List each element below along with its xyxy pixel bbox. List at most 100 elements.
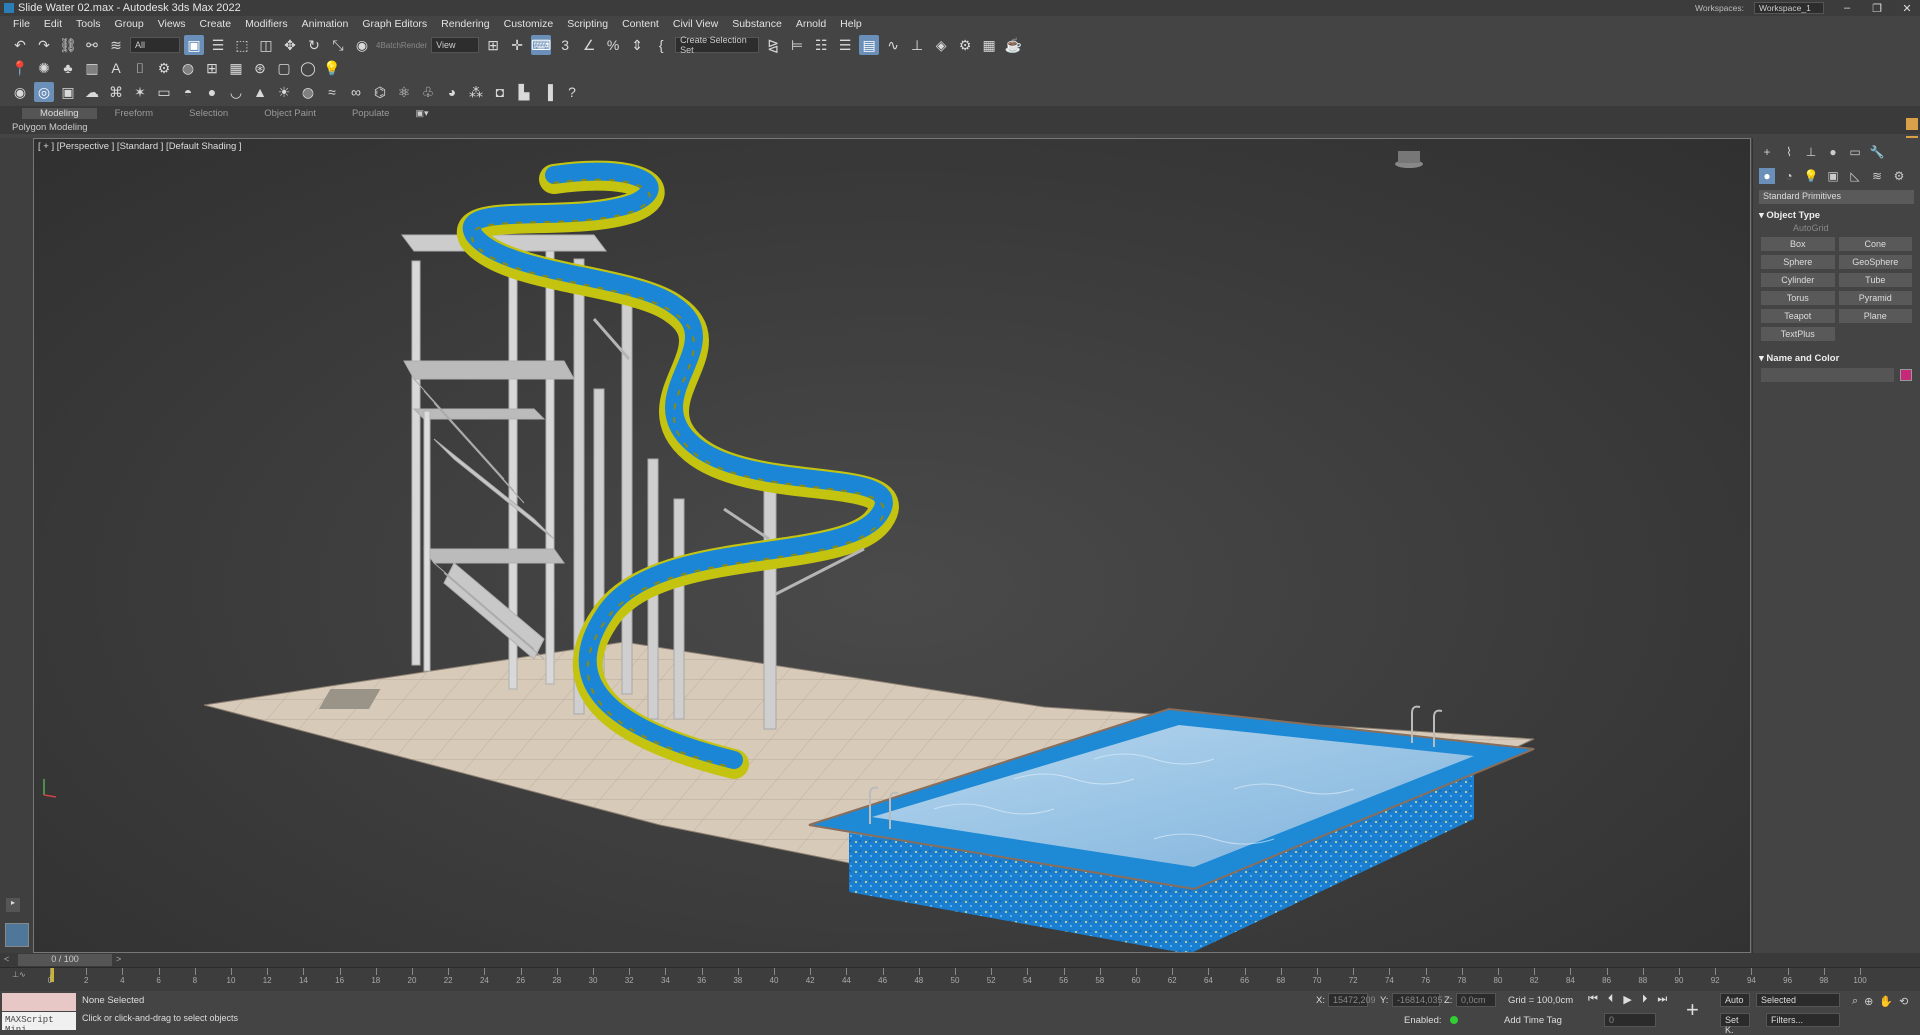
slider-next-icon[interactable]: >: [116, 954, 121, 964]
rect-selection-icon[interactable]: ⬚: [232, 35, 252, 55]
square-icon[interactable]: ▢: [274, 58, 294, 78]
go-end-icon[interactable]: ⏭: [1657, 993, 1667, 1006]
book2-icon[interactable]: ▐: [538, 82, 558, 102]
menu-create[interactable]: Create: [193, 18, 239, 30]
bulb-icon[interactable]: 💡: [322, 58, 342, 78]
render-view-icon[interactable]: ◎: [34, 82, 54, 102]
redo-icon[interactable]: ↷: [34, 35, 54, 55]
workspace-dropdown[interactable]: Workspace_1: [1754, 2, 1824, 14]
render-icon[interactable]: ☕: [1003, 35, 1023, 55]
menu-tools[interactable]: Tools: [69, 18, 108, 30]
hierarchy-tab-icon[interactable]: ⊥: [1803, 144, 1819, 160]
y-coord-field[interactable]: -16814,035: [1392, 993, 1443, 1007]
render-setup-icon[interactable]: ⚙: [955, 35, 975, 55]
plant-icon[interactable]: ♧: [418, 82, 438, 102]
timeline[interactable]: ⊥∿ 0 2 4 6 8 10 12 14 16 18 20 22 24 26 28 30 32 34 36 38 40…: [0, 967, 1920, 991]
named-selection-dropdown[interactable]: Create Selection Set: [675, 35, 760, 55]
camera-icon[interactable]: ⌘: [106, 82, 126, 102]
plane-icon[interactable]: ▭: [154, 82, 174, 102]
menu-edit[interactable]: Edit: [37, 18, 69, 30]
frame-icon[interactable]: ⊞: [202, 58, 222, 78]
align-icon[interactable]: ⊨: [787, 35, 807, 55]
select-manipulate-icon[interactable]: ✛: [507, 35, 527, 55]
viewport-perspective[interactable]: [ + ] [Perspective ] [Standard ] [Defaul…: [33, 138, 1751, 953]
modify-tab-icon[interactable]: ⌇: [1781, 144, 1797, 160]
place-icon[interactable]: ◉: [352, 35, 372, 55]
name-color-rollout[interactable]: ▾ Name and Color: [1759, 353, 1914, 364]
spacewarps-icon[interactable]: ≋: [1869, 168, 1885, 184]
tab-modeling[interactable]: Modeling: [22, 107, 97, 119]
atom-icon[interactable]: ⚛: [394, 82, 414, 102]
menu-modifiers[interactable]: Modifiers: [238, 18, 295, 30]
lights-icon[interactable]: 💡: [1803, 168, 1819, 184]
sphere-button[interactable]: Sphere: [1761, 255, 1835, 269]
auto-key-button[interactable]: Auto: [1720, 993, 1750, 1007]
pair-icon[interactable]: ∞: [346, 82, 366, 102]
object-name-field[interactable]: [1761, 368, 1894, 382]
sun-icon[interactable]: ✶: [130, 82, 150, 102]
z-coord-field[interactable]: 0,0cm: [1456, 993, 1496, 1007]
menu-civil-view[interactable]: Civil View: [666, 18, 725, 30]
menu-arnold[interactable]: Arnold: [789, 18, 833, 30]
cylinder-button[interactable]: Cylinder: [1761, 273, 1835, 287]
create-tab-icon[interactable]: +: [1759, 144, 1775, 160]
globe2-icon[interactable]: ◕: [442, 82, 462, 102]
menu-substance[interactable]: Substance: [725, 18, 789, 30]
scale-icon[interactable]: ⤡: [328, 35, 348, 55]
arnold-icon[interactable]: ◘: [490, 82, 510, 102]
x-coord-field[interactable]: 15472,209: [1328, 993, 1376, 1007]
batch-render-label[interactable]: 4BatchRender: [376, 41, 427, 50]
menu-help[interactable]: Help: [833, 18, 869, 30]
menu-content[interactable]: Content: [615, 18, 666, 30]
timeline-mini-icon[interactable]: ⊥∿: [12, 970, 26, 979]
layer-explorer-icon[interactable]: ☰: [835, 35, 855, 55]
link-icon[interactable]: ⛓: [58, 35, 78, 55]
object-color-swatch[interactable]: [1900, 369, 1912, 381]
spinner-snap-icon[interactable]: ⇕: [627, 35, 647, 55]
viewcube[interactable]: [1395, 151, 1423, 168]
tab-object-paint[interactable]: Object Paint: [246, 108, 334, 119]
minimize-button[interactable]: –: [1834, 2, 1860, 14]
rotate-icon[interactable]: ↻: [304, 35, 324, 55]
torus-button[interactable]: Torus: [1761, 291, 1835, 305]
set-key-button[interactable]: Set K.: [1720, 1013, 1750, 1035]
gear-icon[interactable]: ⚙: [154, 58, 174, 78]
select-object-icon[interactable]: ▣: [184, 35, 204, 55]
tube-button[interactable]: Tube: [1838, 273, 1912, 287]
sphere-icon[interactable]: ●: [202, 82, 222, 102]
motion-tab-icon[interactable]: ●: [1825, 144, 1841, 160]
cone-button[interactable]: Cone: [1838, 237, 1912, 251]
undo-icon[interactable]: ↶: [10, 35, 30, 55]
teapot-button[interactable]: Teapot: [1761, 309, 1835, 323]
text-icon[interactable]: A: [106, 58, 126, 78]
helpers-icon[interactable]: ◺: [1847, 168, 1863, 184]
unlink-icon[interactable]: ⚯: [82, 35, 102, 55]
bottle-icon[interactable]: ⌷: [130, 58, 150, 78]
dome-icon[interactable]: ◓: [178, 82, 198, 102]
object-type-rollout[interactable]: ▾ Object Type: [1759, 210, 1914, 221]
particle-icon[interactable]: ✺: [34, 58, 54, 78]
edit-named-selection-icon[interactable]: {: [651, 35, 671, 55]
render-arnold-icon[interactable]: ▙: [514, 82, 534, 102]
move-icon[interactable]: ✥: [280, 35, 300, 55]
snaps-toggle-icon[interactable]: 3: [555, 35, 575, 55]
key-selection-dropdown[interactable]: Selected: [1756, 993, 1840, 1007]
geometry-icon[interactable]: ●: [1759, 168, 1775, 184]
menu-file[interactable]: File: [6, 18, 37, 30]
menu-rendering[interactable]: Rendering: [434, 18, 496, 30]
tab-populate[interactable]: Populate: [334, 108, 408, 119]
material-editor-icon[interactable]: ◈: [931, 35, 951, 55]
time-slider[interactable]: < 0 / 100 >: [0, 953, 1920, 967]
hair-icon[interactable]: ≈: [322, 82, 342, 102]
maxscript-listener-field[interactable]: [2, 993, 76, 1011]
reference-coord-dropdown[interactable]: View: [431, 37, 480, 53]
tab-freeform[interactable]: Freeform: [97, 108, 172, 119]
systems-icon[interactable]: ⚙: [1891, 168, 1907, 184]
menu-views[interactable]: Views: [151, 18, 193, 30]
plane-button[interactable]: Plane: [1838, 309, 1912, 323]
textplus-button[interactable]: TextPlus: [1761, 327, 1835, 341]
node-icon[interactable]: ⊛: [250, 58, 270, 78]
play-icon[interactable]: ▶: [1623, 993, 1631, 1006]
display-tab-icon[interactable]: ▭: [1847, 144, 1863, 160]
go-start-icon[interactable]: ⏮: [1588, 993, 1598, 1006]
